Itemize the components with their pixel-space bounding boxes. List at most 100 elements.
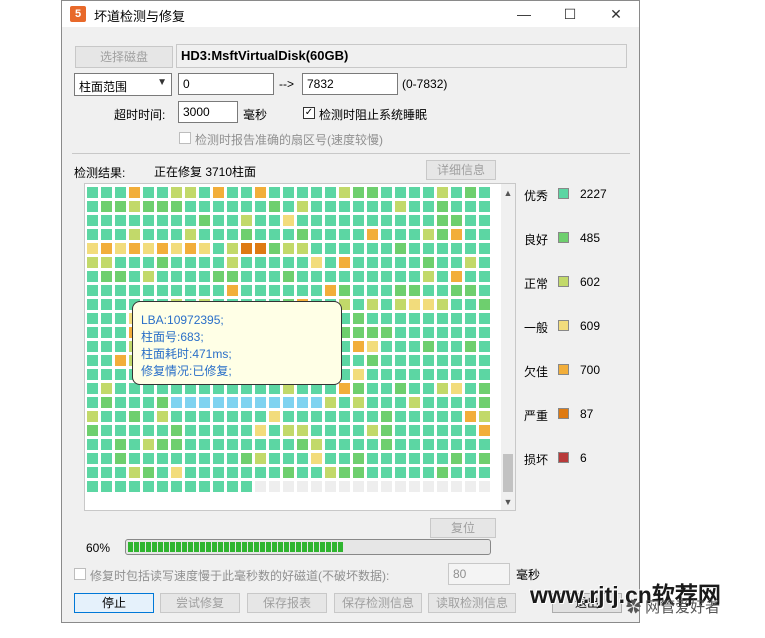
cylinder-cell[interactable] bbox=[465, 313, 476, 324]
cylinder-cell[interactable] bbox=[115, 285, 126, 296]
cylinder-cell[interactable] bbox=[409, 299, 420, 310]
cylinder-cell[interactable] bbox=[479, 285, 490, 296]
cylinder-cell[interactable] bbox=[311, 243, 322, 254]
cylinder-cell[interactable] bbox=[437, 439, 448, 450]
cylinder-cell[interactable] bbox=[241, 425, 252, 436]
cylinder-cell[interactable] bbox=[227, 243, 238, 254]
cylinder-cell[interactable] bbox=[171, 229, 182, 240]
cylinder-cell[interactable] bbox=[255, 243, 266, 254]
scroll-thumb[interactable] bbox=[503, 454, 513, 492]
cylinder-cell[interactable] bbox=[451, 201, 462, 212]
cylinder-cell[interactable] bbox=[437, 271, 448, 282]
cylinder-cell[interactable] bbox=[479, 411, 490, 422]
cylinder-cell[interactable] bbox=[381, 453, 392, 464]
cylinder-cell[interactable] bbox=[423, 327, 434, 338]
cylinder-cell[interactable] bbox=[437, 229, 448, 240]
cylinder-cell[interactable] bbox=[367, 341, 378, 352]
cylinder-cell[interactable] bbox=[157, 271, 168, 282]
cylinder-cell[interactable] bbox=[87, 257, 98, 268]
cylinder-cell[interactable] bbox=[437, 201, 448, 212]
cylinder-cell[interactable] bbox=[115, 425, 126, 436]
cylinder-cell[interactable] bbox=[199, 229, 210, 240]
cylinder-cell[interactable] bbox=[199, 411, 210, 422]
cylinder-cell[interactable] bbox=[339, 411, 350, 422]
cylinder-cell[interactable] bbox=[143, 439, 154, 450]
cylinder-cell[interactable] bbox=[87, 313, 98, 324]
cylinder-cell[interactable] bbox=[353, 425, 364, 436]
include-slow-checkbox[interactable] bbox=[74, 568, 86, 580]
cylinder-cell[interactable] bbox=[297, 201, 308, 212]
cylinder-cell[interactable] bbox=[213, 229, 224, 240]
cylinder-cell[interactable] bbox=[101, 439, 112, 450]
cylinder-cell[interactable] bbox=[409, 285, 420, 296]
cylinder-cell[interactable] bbox=[479, 481, 490, 492]
timeout-input[interactable]: 3000 bbox=[178, 101, 238, 123]
cylinder-cell[interactable] bbox=[465, 453, 476, 464]
cylinder-cell[interactable] bbox=[213, 397, 224, 408]
cylinder-cell[interactable] bbox=[115, 467, 126, 478]
cylinder-cell[interactable] bbox=[353, 397, 364, 408]
cylinder-cell[interactable] bbox=[213, 215, 224, 226]
cylinder-cell[interactable] bbox=[269, 425, 280, 436]
cylinder-cell[interactable] bbox=[353, 285, 364, 296]
cylinder-cell[interactable] bbox=[409, 341, 420, 352]
cylinder-cell[interactable] bbox=[325, 411, 336, 422]
cylinder-cell[interactable] bbox=[255, 397, 266, 408]
cylinder-cell[interactable] bbox=[395, 257, 406, 268]
cylinder-cell[interactable] bbox=[143, 397, 154, 408]
cylinder-cell[interactable] bbox=[325, 257, 336, 268]
cylinder-cell[interactable] bbox=[367, 355, 378, 366]
cylinder-cell[interactable] bbox=[185, 453, 196, 464]
cylinder-cell[interactable] bbox=[311, 215, 322, 226]
cylinder-cell[interactable] bbox=[129, 397, 140, 408]
cylinder-cell[interactable] bbox=[297, 285, 308, 296]
cylinder-cell[interactable] bbox=[199, 257, 210, 268]
cylinder-cell[interactable] bbox=[465, 439, 476, 450]
cylinder-cell[interactable] bbox=[353, 467, 364, 478]
cylinder-cell[interactable] bbox=[409, 453, 420, 464]
cylinder-cell[interactable] bbox=[395, 369, 406, 380]
cylinder-cell[interactable] bbox=[353, 411, 364, 422]
cylinder-cell[interactable] bbox=[297, 481, 308, 492]
cylinder-cell[interactable] bbox=[395, 383, 406, 394]
cylinder-cell[interactable] bbox=[87, 383, 98, 394]
cylinder-cell[interactable] bbox=[87, 229, 98, 240]
cylinder-cell[interactable] bbox=[479, 243, 490, 254]
cylinder-cell[interactable] bbox=[465, 187, 476, 198]
cylinder-cell[interactable] bbox=[87, 425, 98, 436]
cylinder-cell[interactable] bbox=[423, 355, 434, 366]
cylinder-cell[interactable] bbox=[437, 383, 448, 394]
cylinder-cell[interactable] bbox=[479, 439, 490, 450]
cylinder-cell[interactable] bbox=[199, 271, 210, 282]
cylinder-cell[interactable] bbox=[87, 187, 98, 198]
cylinder-cell[interactable] bbox=[129, 201, 140, 212]
cylinder-cell[interactable] bbox=[87, 243, 98, 254]
detail-info-button[interactable]: 详细信息 bbox=[426, 160, 496, 180]
save-info-button[interactable]: 保存检测信息 bbox=[334, 593, 422, 613]
cylinder-cell[interactable] bbox=[255, 285, 266, 296]
cylinder-cell[interactable] bbox=[437, 285, 448, 296]
cylinder-cell[interactable] bbox=[255, 215, 266, 226]
cylinder-cell[interactable] bbox=[101, 299, 112, 310]
cylinder-cell[interactable] bbox=[115, 187, 126, 198]
cylinder-cell[interactable] bbox=[409, 397, 420, 408]
cylinder-cell[interactable] bbox=[157, 229, 168, 240]
cylinder-cell[interactable] bbox=[381, 187, 392, 198]
cylinder-cell[interactable] bbox=[367, 453, 378, 464]
cylinder-cell[interactable] bbox=[213, 439, 224, 450]
cylinder-cell[interactable] bbox=[213, 285, 224, 296]
cylinder-cell[interactable] bbox=[143, 215, 154, 226]
cylinder-cell[interactable] bbox=[185, 411, 196, 422]
cylinder-cell[interactable] bbox=[213, 481, 224, 492]
cylinder-cell[interactable] bbox=[479, 215, 490, 226]
cylinder-cell[interactable] bbox=[451, 285, 462, 296]
minimize-button[interactable]: — bbox=[502, 1, 546, 27]
cylinder-cell[interactable] bbox=[423, 411, 434, 422]
cylinder-cell[interactable] bbox=[409, 411, 420, 422]
cylinder-cell[interactable] bbox=[101, 271, 112, 282]
cylinder-cell[interactable] bbox=[171, 453, 182, 464]
cylinder-cell[interactable] bbox=[325, 467, 336, 478]
cylinder-cell[interactable] bbox=[465, 215, 476, 226]
cylinder-cell[interactable] bbox=[465, 271, 476, 282]
cylinder-cell[interactable] bbox=[143, 411, 154, 422]
